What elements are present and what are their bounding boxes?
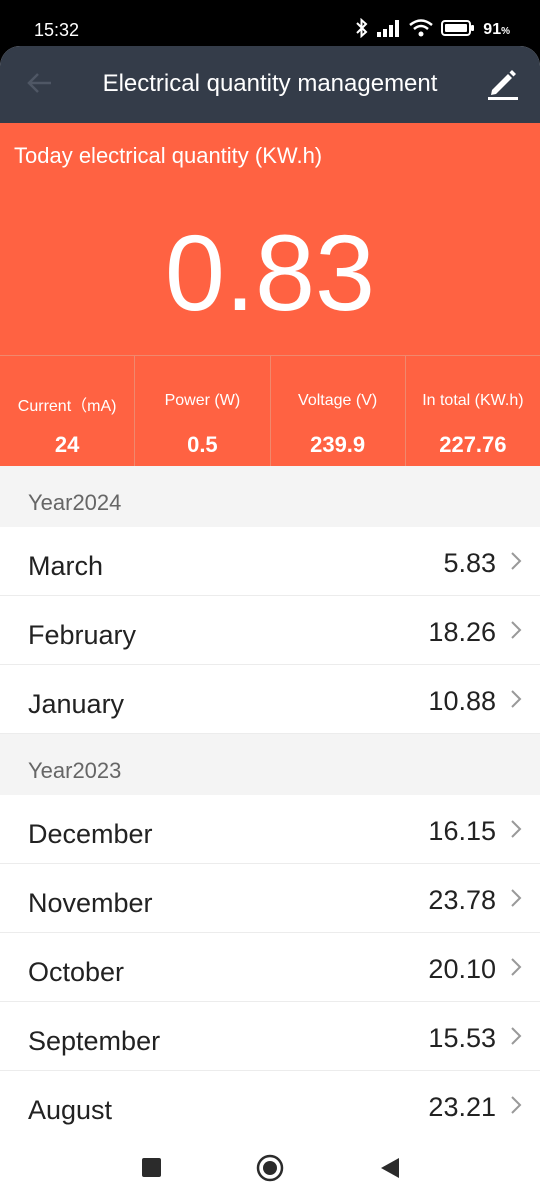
chevron-right-icon (511, 889, 522, 907)
year-header: Year2023 (0, 734, 540, 795)
chevron-right-icon (511, 690, 522, 708)
stat-current: Current（mA) 24 (0, 355, 136, 466)
stat-value: 239.9 (310, 432, 366, 457)
stats-row: Current（mA) 24 Power (W) 0.5 Voltage (V)… (0, 355, 540, 466)
month-value: 5.83 (443, 548, 496, 578)
pencil-icon (486, 66, 520, 105)
app-header: Electrical quantity management (0, 46, 540, 123)
month-row-november[interactable]: November 23.78 (0, 864, 540, 933)
month-name: August (28, 1095, 113, 1125)
today-quantity-value: 0.83 (164, 212, 376, 333)
stat-label: Power (W) (164, 392, 241, 409)
back-button[interactable] (22, 68, 56, 102)
month-row-august[interactable]: August 23.21 (0, 1071, 540, 1140)
month-value: 23.78 (428, 885, 496, 915)
status-icons: 91% (355, 17, 510, 43)
month-row-december[interactable]: December 16.15 (0, 795, 540, 864)
stat-voltage: Voltage (V) 239.9 (270, 355, 406, 466)
month-value: 20.10 (428, 954, 496, 984)
recent-apps-button[interactable] (142, 1158, 161, 1177)
stat-value: 0.5 (187, 432, 218, 457)
home-button[interactable] (256, 1154, 284, 1182)
stat-power: Power (W) 0.5 (135, 355, 271, 466)
month-value: 15.53 (428, 1023, 496, 1053)
month-name: September (28, 1026, 161, 1056)
month-value: 10.88 (428, 686, 496, 716)
app-screen: Electrical quantity management Today ele… (0, 46, 540, 1200)
bluetooth-icon (355, 17, 369, 43)
chevron-right-icon (511, 958, 522, 976)
signal-icon (377, 19, 401, 42)
chevron-right-icon (511, 621, 522, 639)
month-name: March (28, 551, 104, 581)
monthly-list: Year2024 March 5.83 February 18.26 Janua… (0, 466, 540, 1140)
nav-back-button[interactable] (379, 1156, 401, 1180)
today-quantity-label: Today electrical quantity (KW.h) (14, 143, 323, 168)
month-value: 18.26 (428, 617, 496, 647)
month-row-october[interactable]: October 20.10 (0, 933, 540, 1002)
system-nav-bar (0, 1134, 540, 1200)
arrow-left-icon (25, 71, 53, 100)
page-title: Electrical quantity management (102, 70, 438, 97)
wifi-icon (409, 18, 434, 42)
today-quantity-panel: Today electrical quantity (KW.h) 0.83 (0, 123, 540, 355)
month-name: October (28, 957, 125, 987)
month-row-march[interactable]: March 5.83 (0, 527, 540, 596)
month-value: 23.21 (428, 1092, 496, 1122)
stat-label: Current（mA) (17, 398, 117, 415)
year-header: Year2024 (0, 466, 540, 527)
month-name: November (28, 888, 153, 918)
stat-value: 227.76 (439, 432, 507, 457)
stat-label: In total (KW.h) (422, 392, 524, 409)
stat-total: In total (KW.h) 227.76 (405, 355, 540, 466)
status-time: 15:32 (34, 20, 80, 40)
chevron-right-icon (511, 552, 522, 570)
battery-level: 91% (483, 21, 510, 38)
battery-icon (441, 19, 475, 42)
chevron-right-icon (511, 1027, 522, 1045)
chevron-right-icon (511, 1096, 522, 1114)
chevron-right-icon (511, 820, 522, 838)
month-name: December (28, 819, 153, 849)
month-name: January (28, 689, 125, 719)
month-name: February (28, 620, 137, 650)
month-row-september[interactable]: September 15.53 (0, 1002, 540, 1071)
month-row-january[interactable]: January 10.88 (0, 665, 540, 734)
month-value: 16.15 (428, 816, 496, 846)
edit-button[interactable] (484, 66, 522, 104)
stat-label: Voltage (V) (298, 392, 378, 409)
month-row-february[interactable]: February 18.26 (0, 596, 540, 665)
stat-value: 24 (54, 432, 80, 457)
